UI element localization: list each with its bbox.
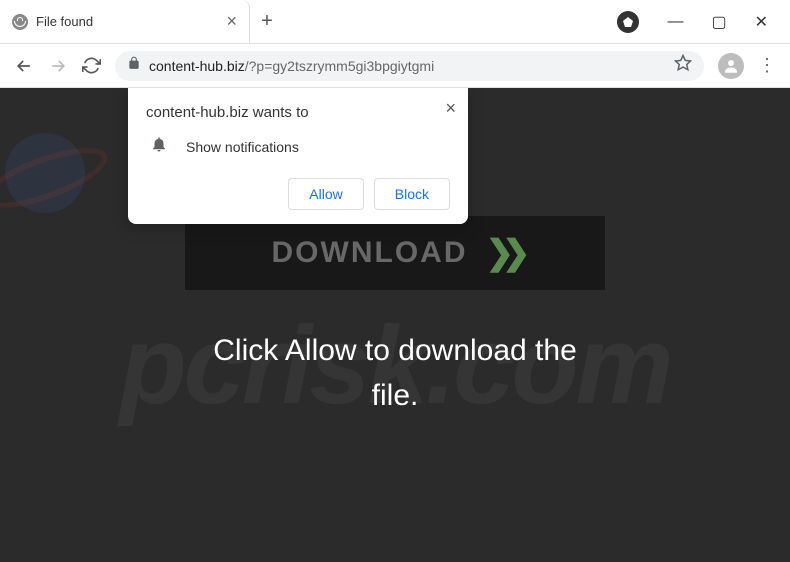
close-window-button[interactable]: ✕ — [755, 12, 768, 32]
titlebar-spacer — [284, 0, 595, 43]
window-controls: — ▢ ✕ — [595, 0, 790, 43]
close-tab-icon[interactable]: × — [226, 11, 237, 32]
permission-row: Show notifications — [146, 135, 450, 158]
browser-tab[interactable]: File found × — [0, 0, 250, 43]
bell-icon — [150, 135, 168, 158]
close-icon[interactable]: × — [445, 98, 456, 119]
address-bar[interactable]: content-hub.biz/?p=gy2tszrymm5gi3bpgiytg… — [115, 51, 704, 81]
bookmark-star-icon[interactable] — [674, 54, 692, 77]
popup-buttons: Allow Block — [146, 178, 450, 210]
page-content: pcrisk.com DOWNLOAD ❯❯ Click Allow to do… — [0, 88, 790, 562]
instruction-text: Click Allow to download the file. — [0, 328, 790, 418]
permission-label: Show notifications — [186, 139, 299, 155]
url-text: content-hub.biz/?p=gy2tszrymm5gi3bpgiytg… — [149, 58, 434, 74]
back-button[interactable] — [14, 56, 34, 76]
profile-avatar[interactable] — [718, 53, 744, 79]
forward-button[interactable] — [48, 56, 68, 76]
tab-title: File found — [36, 14, 218, 29]
watermark-logo-icon — [5, 133, 85, 213]
download-button[interactable]: DOWNLOAD ❯❯ — [185, 216, 605, 290]
allow-button[interactable]: Allow — [288, 178, 363, 210]
globe-icon — [12, 14, 28, 30]
window-titlebar: File found × + — ▢ ✕ — [0, 0, 790, 44]
permission-popup: × content-hub.biz wants to Show notifica… — [128, 88, 468, 224]
browser-toolbar: content-hub.biz/?p=gy2tszrymm5gi3bpgiytg… — [0, 44, 790, 88]
maximize-button[interactable]: ▢ — [711, 12, 726, 32]
double-chevron-right-icon: ❯❯ — [486, 233, 519, 273]
block-button[interactable]: Block — [374, 178, 450, 210]
kebab-menu-icon[interactable]: ⋮ — [758, 55, 776, 76]
reload-button[interactable] — [82, 56, 101, 75]
shield-icon[interactable] — [617, 11, 639, 33]
new-tab-button[interactable]: + — [250, 0, 284, 43]
minimize-button[interactable]: — — [667, 13, 683, 31]
download-label: DOWNLOAD — [272, 236, 468, 270]
lock-icon — [127, 56, 141, 75]
popup-title: content-hub.biz wants to — [146, 104, 450, 121]
